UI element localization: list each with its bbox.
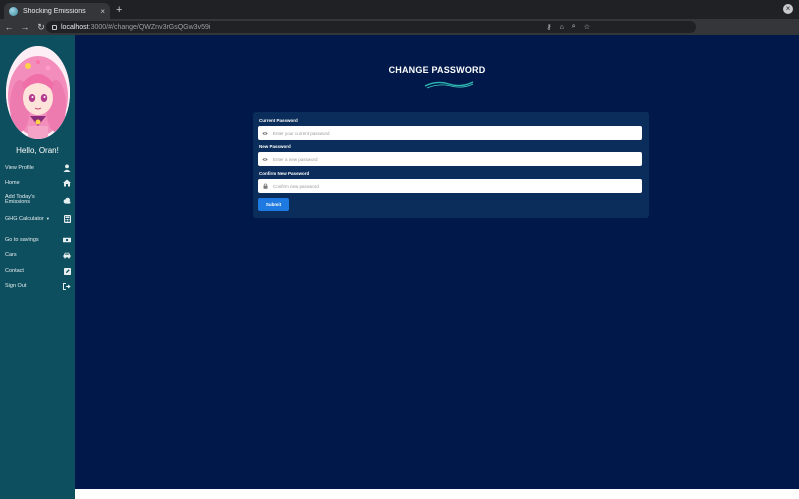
lock-icon [262,183,268,189]
forward-icon[interactable]: → [18,22,32,32]
sidebar-item-label: Home [5,180,20,186]
calculator-icon [63,215,71,223]
sidebar-item-cars[interactable]: Cars [5,249,71,261]
sidebar-item-ghg-calculator[interactable]: GHG Calculator ▼ [5,213,71,225]
browser-tab-bar: Shocking Emissions × + × [0,0,799,19]
key-icon[interactable]: ⚷ [546,23,551,31]
new-tab-button[interactable]: + [116,3,122,17]
sign-out-icon [63,282,71,290]
sidebar-item-label: Add Today's Emissions [5,193,35,205]
sidebar-item-add-emissions[interactable]: Add Today's Emissions [5,193,71,207]
sidebar-item-label: Go to savings [5,237,39,243]
confirm-password-input[interactable] [273,183,642,189]
home-icon [63,179,71,187]
cloud-icon [63,196,71,204]
avatar [6,46,70,139]
current-password-input[interactable] [273,130,642,136]
main-content: CHANGE PASSWORD Current Password New Pas… [75,35,799,489]
car-icon [63,251,71,259]
greeting-text: Hello, Oran! [16,146,59,155]
page-bottom-strip [75,489,799,499]
change-password-form: Current Password New Password Confirm Ne… [253,112,649,218]
site-favicon-icon [9,6,18,16]
bookmark-star-icon[interactable]: ☆ [584,23,590,31]
sidebar-item-label: Sign Out [5,283,27,289]
sidebar-item-home[interactable]: Home [5,177,71,189]
sidebar-item-view-profile[interactable]: View Profile [5,162,71,174]
new-password-field-wrapper [258,152,642,166]
current-password-label: Current Password [259,118,298,123]
current-password-field-wrapper [258,126,642,140]
new-password-input[interactable] [273,156,642,162]
submit-button[interactable]: Submit [258,198,289,211]
browser-tab[interactable]: Shocking Emissions × [4,3,110,19]
window-close-icon[interactable]: × [783,4,793,14]
url-text: localhost:3000/#/change/QWZnv3rGsQGw3v59… [61,23,211,31]
page-title: CHANGE PASSWORD [388,65,486,75]
sidebar-item-label: Contact [5,268,24,274]
sidebar-item-savings[interactable]: Go to savings [5,234,71,246]
translate-icon[interactable]: ⌂ [560,24,564,31]
sidebar-item-label: View Profile [5,165,34,171]
confirm-password-label: Confirm New Password [259,171,310,176]
zoom-icon[interactable]: ⌕ [572,23,576,31]
site-info-icon[interactable] [52,24,57,30]
confirm-password-field-wrapper [258,179,642,193]
eye-icon[interactable] [262,130,268,136]
user-icon [63,164,71,172]
money-icon [63,236,71,244]
sidebar: Hello, Oran! View Profile Home Add Today… [0,35,75,499]
wave-divider-icon [424,81,474,89]
sidebar-item-label: Cars [5,252,17,258]
edit-icon [63,267,71,275]
browser-toolbar: ← → ↻ localhost:3000/#/change/QWZnv3rGsQ… [0,19,799,50]
sidebar-item-contact[interactable]: Contact [5,265,71,277]
new-password-label: New Password [259,144,291,149]
sidebar-item-label: GHG Calculator ▼ [5,216,50,222]
sidebar-item-sign-out[interactable]: Sign Out [5,280,71,292]
anime-avatar-image [6,46,70,139]
address-bar[interactable]: localhost:3000/#/change/QWZnv3rGsQGw3v59… [46,21,696,33]
back-icon[interactable]: ← [2,22,16,32]
chevron-down-icon: ▼ [45,216,50,221]
eye-icon[interactable] [262,156,268,162]
tab-title: Shocking Emissions [23,7,86,15]
tab-close-icon[interactable]: × [100,7,105,16]
